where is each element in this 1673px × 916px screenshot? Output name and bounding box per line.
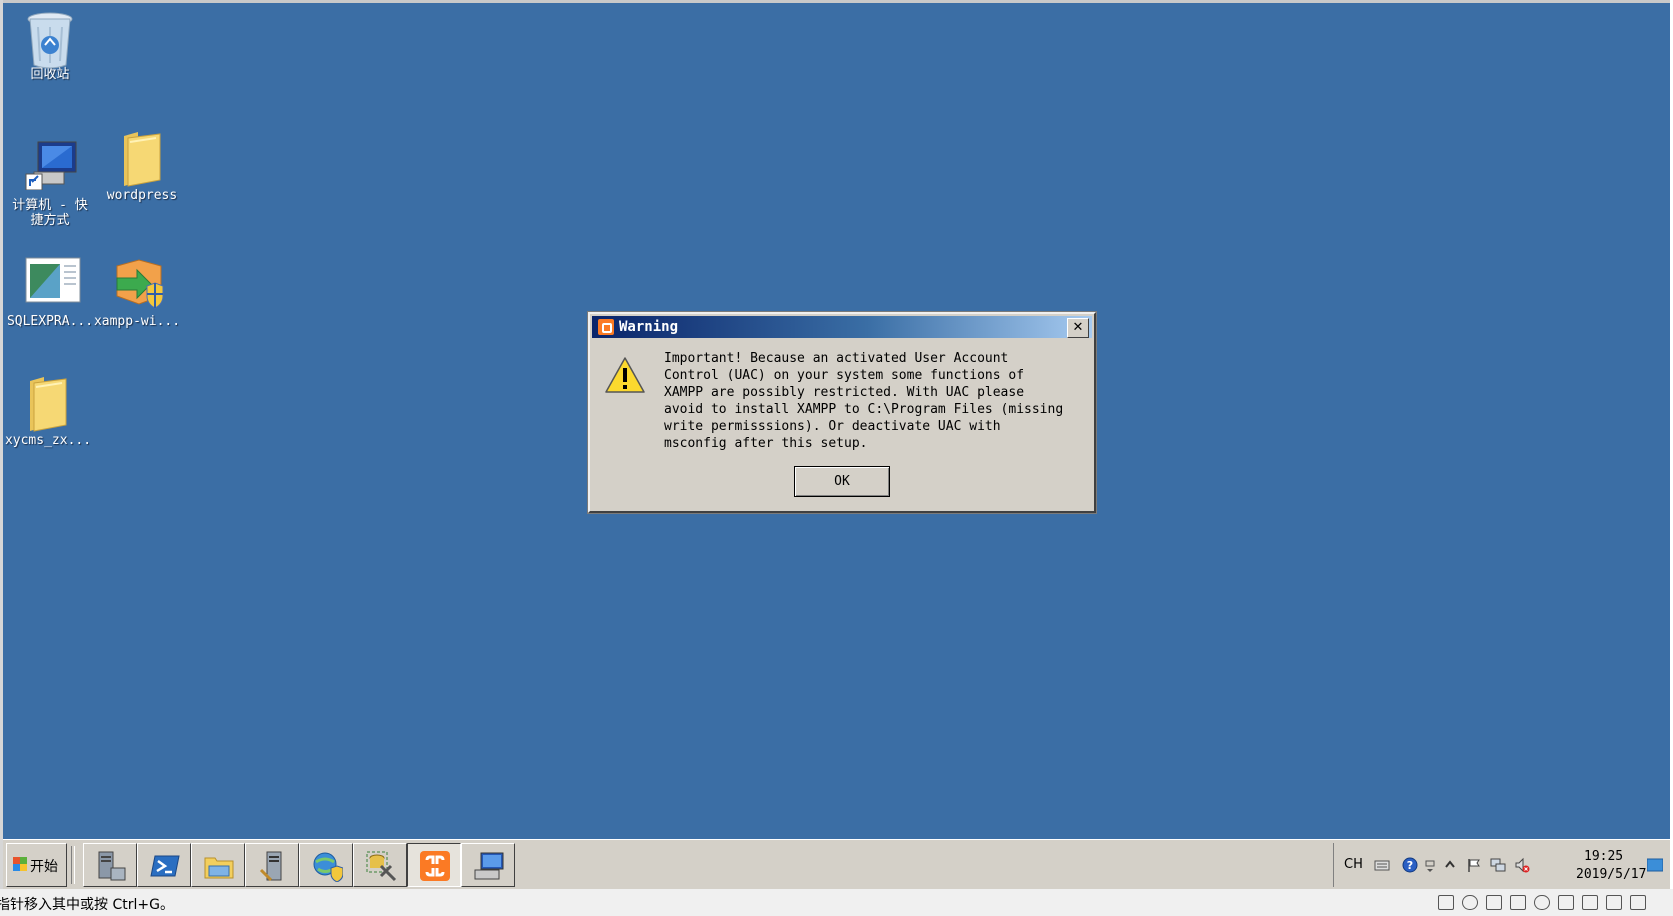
language-indicator[interactable]: CH [1344,857,1363,872]
warning-dialog: Warning ✕ Important! Because an activate… [588,312,1096,513]
status-cd-icon[interactable] [1462,895,1478,910]
taskbar-app-internet-explorer[interactable] [299,843,353,887]
clock-time[interactable]: 19:25 [1584,849,1623,864]
folder-icon [22,375,74,432]
desktop-icon-wordpress[interactable]: wordpress [97,130,187,203]
options-icon[interactable] [1422,857,1438,873]
status-fullscreen-icon[interactable] [1630,895,1646,910]
desktop-icon-label: wordpress [106,188,178,203]
explorer-icon [204,857,234,879]
status-bar: 指针移入其中或按 Ctrl+G。 [0,889,1673,916]
windows-logo-icon [13,857,27,871]
desktop: 回收站 计算机 - 快 捷方式 wordpress SQLEXPRA... xa… [3,3,1670,839]
desktop-icon-label: 计算机 - 快 捷方式 [12,198,88,228]
desktop-icon-label: 回收站 [30,67,70,82]
status-bluetooth-icon[interactable] [1558,895,1574,910]
taskbar-app-database-tools[interactable] [353,843,407,887]
keyboard-icon[interactable] [1374,857,1390,873]
svg-text:?: ? [1407,859,1413,872]
desktop-icon-computer-shortcut[interactable]: 计算机 - 快 捷方式 [5,140,95,228]
taskbar-divider [71,846,75,884]
dialog-message: Important! Because an activated User Acc… [664,351,1064,451]
sql-installer-icon [24,256,81,312]
desktop-icon-xycms[interactable]: xycms_zx... [3,375,93,448]
desktop-icon-label: SQLEXPRA... [6,314,94,329]
status-device-icon[interactable] [1486,895,1502,910]
desktop-icon-xampp-installer[interactable]: xampp-wi... [92,256,182,329]
server-tools-icon [259,851,282,882]
warning-icon [604,356,646,398]
start-button[interactable]: 开始 [6,843,67,887]
status-printer-icon[interactable] [1582,895,1598,910]
clock-date[interactable]: 2019/5/17 [1576,867,1646,882]
volume-muted-icon[interactable] [1514,857,1530,873]
status-usb-icon[interactable] [1534,895,1550,910]
taskbar-app-xampp[interactable] [407,843,461,887]
xampp-installer-icon [111,256,164,312]
help-icon[interactable]: ? [1402,857,1418,873]
internet-explorer-icon [313,852,343,882]
desktop-icon-label: xycms_zx... [4,433,92,448]
status-message-icon[interactable] [1606,895,1622,910]
status-sound-icon[interactable] [1510,895,1526,910]
database-tools-icon [366,851,397,882]
network-icon[interactable] [1490,857,1506,873]
desktop-icon-recycle-bin[interactable]: 回收站 [5,9,95,82]
status-hint: 指针移入其中或按 Ctrl+G。 [0,897,174,913]
desktop-icon-sqlexpra[interactable]: SQLEXPRA... [5,256,95,329]
status-network-icon[interactable] [1438,895,1454,910]
folder-icon [116,130,168,187]
powershell-icon [150,855,180,877]
desktop-icon-label: xampp-wi... [93,314,181,329]
system-tray: CH ? 19:25 2019/5/17 [1333,843,1667,887]
taskbar-app-explorer[interactable] [191,843,245,887]
dialog-title: Warning [619,319,679,335]
ok-button[interactable]: OK [794,466,890,497]
chevron-up-icon[interactable] [1442,857,1458,873]
server-manager-icon [98,851,126,881]
show-desktop-icon[interactable] [1647,857,1663,873]
flag-icon[interactable] [1466,857,1482,873]
taskbar-app-powershell[interactable] [137,843,191,887]
taskbar-app-server-manager[interactable] [83,843,137,887]
dialog-titlebar[interactable]: Warning ✕ [592,316,1092,338]
xampp-icon [598,319,614,335]
computer-shortcut-icon [24,140,77,196]
xampp-icon [420,851,450,881]
taskbar-app-server-tools[interactable] [245,843,299,887]
close-button[interactable]: ✕ [1067,318,1089,338]
taskbar: 开始 CH ? 19:25 2019/5/17 [3,839,1670,890]
recycle-bin-icon [24,9,76,69]
start-label: 开始 [30,859,58,875]
remote-desktop-icon [474,852,504,880]
taskbar-app-remote-desktop[interactable] [461,843,515,887]
